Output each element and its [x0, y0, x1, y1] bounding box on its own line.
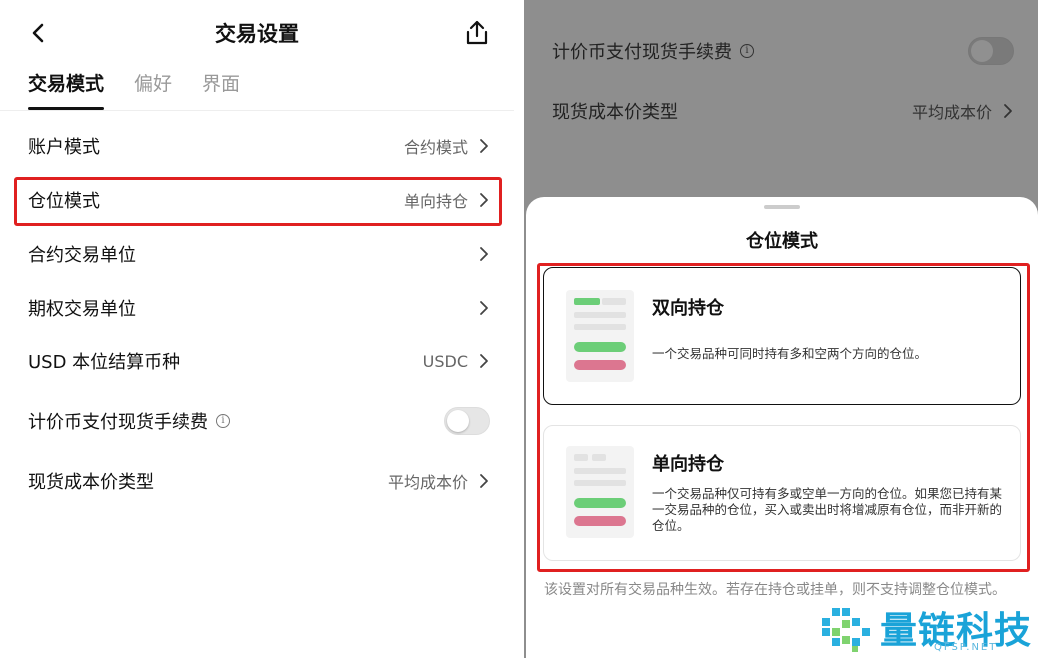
chevron-right-icon: [480, 301, 488, 315]
row-label: 计价币支付现货手续费: [552, 42, 732, 63]
row-spot-cost-type-dimmed: 现货成本价类型 平均成本价: [552, 91, 1014, 131]
row-quote-fee-dimmed: 计价币支付现货手续费 i: [552, 31, 1014, 71]
sheet-footnote: 该设置对所有交易品种生效。若存在持仓或挂单，则不支持调整仓位模式。: [544, 582, 1006, 598]
row-label: 计价币支付现货手续费: [28, 412, 208, 433]
quote-fee-toggle-dimmed: [968, 37, 1014, 65]
chevron-right-icon: [480, 247, 488, 261]
header: 交易设置: [0, 0, 514, 64]
bottom-sheet: 仓位模式 双向持仓 一个交易品种可同时持有多和空两个方向的仓位。 单向持仓 一个…: [526, 197, 1038, 658]
page-title: 交易设置: [215, 22, 299, 46]
row-label: 现货成本价类型: [28, 472, 154, 493]
tab-bar: 交易模式 偏好 界面: [28, 70, 240, 110]
watermark-pixel-icon: [822, 608, 870, 652]
share-icon[interactable]: [462, 18, 492, 48]
position-mode-sheet-screen: 计价币支付现货手续费 i 现货成本价类型 平均成本价 仓位模式 双向持仓 一个交…: [524, 0, 1038, 658]
row-label: 期权交易单位: [28, 299, 136, 320]
option-one-way-mode[interactable]: 单向持仓 一个交易品种仅可持有多或空单一方向的仓位。如果您已持有某一交易品种的仓…: [543, 425, 1021, 561]
trade-settings-page: 交易设置 交易模式 偏好 界面 账户模式 合约模式 仓位模式 单向持仓 合约交易…: [0, 0, 514, 658]
info-icon: i: [740, 44, 754, 58]
row-options-unit[interactable]: 期权交易单位: [28, 288, 490, 328]
row-usd-settlement[interactable]: USD 本位结算币种 USDC: [28, 341, 490, 381]
chevron-right-icon: [480, 139, 488, 153]
chevron-right-icon: [480, 354, 488, 368]
row-quote-fee: 计价币支付现货手续费 i: [28, 401, 490, 441]
option-description: 一个交易品种可同时持有多和空两个方向的仓位。: [652, 346, 928, 361]
option-hedge-mode[interactable]: 双向持仓 一个交易品种可同时持有多和空两个方向的仓位。: [543, 267, 1021, 405]
row-value: 合约模式: [403, 138, 468, 157]
tab-divider: [0, 110, 514, 111]
sheet-title: 仓位模式: [746, 231, 818, 252]
one-way-mode-illustration: [566, 446, 634, 538]
watermark-logo: 量链科技 QFSP.NET: [818, 600, 1038, 658]
tab-preferences[interactable]: 偏好: [134, 70, 172, 110]
row-label: 现货成本价类型: [552, 102, 678, 123]
row-value: 平均成本价: [387, 473, 468, 492]
info-icon[interactable]: i: [216, 414, 230, 428]
quote-fee-toggle[interactable]: [444, 407, 490, 435]
tab-trade-mode[interactable]: 交易模式: [28, 70, 105, 110]
chevron-right-icon: [1004, 104, 1012, 118]
hedge-mode-illustration: [566, 290, 634, 382]
row-spot-cost-type[interactable]: 现货成本价类型 平均成本价: [28, 461, 490, 501]
row-value: 平均成本价: [911, 103, 992, 122]
row-contract-unit[interactable]: 合约交易单位: [28, 234, 490, 274]
position-mode-highlight-box: [14, 177, 502, 226]
row-label: 账户模式: [28, 137, 100, 158]
drag-handle[interactable]: [764, 205, 800, 209]
option-description: 一个交易品种仅可持有多或空单一方向的仓位。如果您已持有某一交易品种的仓位，买入或…: [652, 486, 1003, 533]
option-title: 单向持仓: [652, 454, 724, 475]
row-account-mode[interactable]: 账户模式 合约模式: [28, 126, 490, 166]
row-value: USDC: [422, 351, 468, 371]
watermark-subtext: QFSP.NET: [934, 642, 998, 653]
row-label: USD 本位结算币种: [28, 352, 181, 373]
option-title: 双向持仓: [652, 298, 724, 319]
tab-interface[interactable]: 界面: [202, 70, 240, 110]
row-label: 合约交易单位: [28, 245, 136, 266]
chevron-right-icon: [480, 474, 488, 488]
